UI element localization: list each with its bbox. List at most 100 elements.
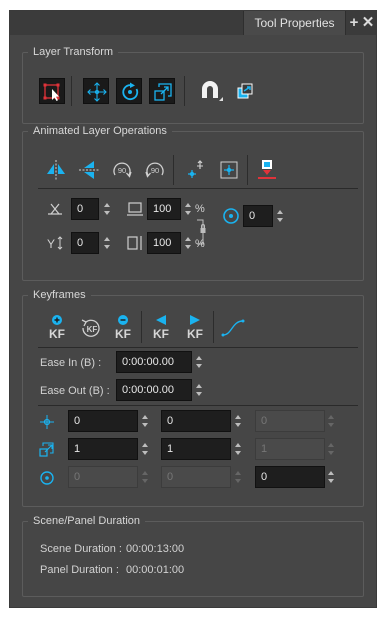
- next-keyframe-icon: [190, 315, 200, 325]
- toolbar-separator: [141, 311, 142, 343]
- scale-y-spinner[interactable]: [234, 442, 242, 456]
- rotation-z-value: 0: [261, 471, 268, 483]
- panel-duration-value: 00:00:01:00: [126, 564, 185, 576]
- ease-out-field[interactable]: 0:00:00.00: [116, 379, 192, 401]
- position-x-value: 0: [74, 415, 81, 427]
- angle-spinner[interactable]: [276, 209, 284, 223]
- ease-out-spinner[interactable]: [195, 383, 203, 397]
- angle-value: 0: [249, 210, 256, 222]
- kf-label: KF: [49, 327, 65, 341]
- svg-text:KF: KF: [87, 325, 98, 334]
- delete-keyframe-button[interactable]: KF: [111, 313, 135, 343]
- height-value: 100: [153, 237, 172, 249]
- add-keyframe-icon: [52, 315, 62, 325]
- height-unit: %: [195, 238, 205, 250]
- panel-duration-label: Panel Duration :: [40, 564, 119, 576]
- flip-vertical-icon: [79, 161, 99, 179]
- ease-curve-button[interactable]: [220, 315, 246, 341]
- add-keyframe-button[interactable]: KF: [45, 313, 69, 343]
- toolbar-separator: [247, 155, 248, 185]
- scale-x-spinner[interactable]: [141, 442, 149, 456]
- toolbar-separator: [173, 155, 174, 185]
- rotation-icon: [223, 208, 239, 224]
- rotate-button[interactable]: [116, 78, 142, 104]
- scene-duration-label: Scene Duration :: [40, 543, 122, 555]
- scale-y-value: 1: [167, 443, 174, 455]
- skew-value: 0: [77, 203, 84, 215]
- kf-label: KF: [187, 327, 203, 341]
- rotate-90-cw-icon: 90: [113, 162, 132, 178]
- height-spinner[interactable]: [184, 236, 192, 250]
- y-offset-field[interactable]: 0: [71, 232, 99, 254]
- center-pivot-button[interactable]: [216, 157, 242, 183]
- layer-transform-title: Layer Transform: [28, 46, 119, 59]
- ease-in-value: 0:00:00.00: [122, 356, 174, 368]
- translate-button[interactable]: [83, 78, 109, 104]
- reset-keyframe-button[interactable]: KF: [78, 315, 104, 341]
- svg-text:90: 90: [118, 166, 126, 175]
- center-pivot-icon: [220, 161, 238, 179]
- rotate-icon: [122, 82, 139, 100]
- previous-keyframe-icon: [156, 315, 166, 325]
- flip-vertical-button[interactable]: [76, 157, 102, 183]
- scale-x-field[interactable]: 1: [68, 438, 138, 460]
- y-offset-value: 0: [77, 237, 84, 249]
- magnet-snap-button[interactable]: [197, 78, 223, 104]
- toolbar-separator: [213, 311, 214, 343]
- previous-keyframe-button[interactable]: KF: [149, 313, 173, 343]
- section-divider: [38, 188, 358, 189]
- svg-text:Y: Y: [47, 237, 55, 251]
- scale-z-spinner: [327, 442, 335, 456]
- collapse-button[interactable]: [254, 157, 280, 183]
- ease-in-field[interactable]: 0:00:00.00: [116, 351, 192, 373]
- plus-icon[interactable]: +: [347, 14, 361, 32]
- kf-label: KF: [153, 327, 169, 341]
- reset-pivot-button[interactable]: [183, 157, 209, 183]
- rotation-z-spinner[interactable]: [327, 470, 335, 484]
- close-icon[interactable]: ✕: [361, 14, 375, 32]
- tab-title: Tool Properties: [254, 16, 335, 30]
- scale-y-field[interactable]: 1: [161, 438, 231, 460]
- height-icon: [127, 236, 142, 250]
- copy-layers-button[interactable]: [233, 78, 259, 104]
- position-z-value: 0: [261, 415, 268, 427]
- tab-tool-properties[interactable]: Tool Properties: [243, 11, 346, 35]
- scene-duration-title: Scene/Panel Duration: [28, 515, 146, 528]
- angle-field[interactable]: 0: [243, 205, 273, 227]
- position-y-value: 0: [167, 415, 174, 427]
- magnet-snap-icon: [202, 81, 223, 101]
- ease-in-spinner[interactable]: [195, 355, 203, 369]
- width-field[interactable]: 100: [147, 198, 181, 220]
- rotate-90-ccw-button[interactable]: 90: [142, 157, 168, 183]
- svg-text:90: 90: [151, 166, 159, 175]
- rotate-90-cw-button[interactable]: 90: [109, 157, 135, 183]
- copy-layers-icon: [237, 83, 253, 99]
- flip-horizontal-button[interactable]: [43, 157, 69, 183]
- select-tool-button[interactable]: [39, 78, 65, 104]
- skew-field[interactable]: 0: [71, 198, 99, 220]
- scale-icon: [154, 83, 172, 101]
- y-offset-spinner[interactable]: [103, 236, 111, 250]
- scale-button[interactable]: [149, 78, 175, 104]
- width-spinner[interactable]: [184, 202, 192, 216]
- position-z-spinner: [327, 414, 335, 428]
- kf-label: KF: [115, 327, 131, 341]
- ease-out-label: Ease Out (B) :: [40, 385, 110, 397]
- position-y-spinner[interactable]: [234, 414, 242, 428]
- rotation-z-field[interactable]: 0: [255, 466, 325, 488]
- position-y-field[interactable]: 0: [161, 410, 231, 432]
- skew-spinner[interactable]: [103, 202, 111, 216]
- ease-out-value: 0:00:00.00: [122, 384, 174, 396]
- skew-icon: [48, 203, 62, 215]
- width-icon: [127, 202, 143, 216]
- position-x-spinner[interactable]: [141, 414, 149, 428]
- panel-tab-bar: Tool Properties + ✕: [10, 11, 376, 35]
- next-keyframe-button[interactable]: KF: [183, 313, 207, 343]
- rotation-x-field: 0: [68, 466, 138, 488]
- select-tool-icon: [43, 83, 60, 101]
- height-field[interactable]: 100: [147, 232, 181, 254]
- scale-row-icon: [39, 442, 54, 457]
- animated-ops-title: Animated Layer Operations: [28, 125, 172, 138]
- position-x-field[interactable]: 0: [68, 410, 138, 432]
- section-divider: [38, 347, 358, 348]
